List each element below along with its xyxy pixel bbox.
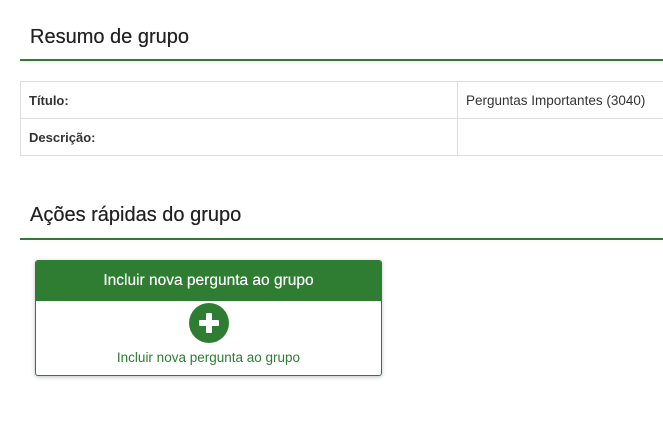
- quick-actions-title: Ações rápidas do grupo: [30, 204, 242, 226]
- add-question-card[interactable]: Incluir nova pergunta ao grupo Incluir n…: [35, 260, 382, 376]
- add-question-card-title: Incluir nova pergunta ao grupo: [36, 261, 381, 301]
- group-summary-title: Resumo de grupo: [30, 26, 189, 48]
- page: Resumo de grupo Título: Perguntas Import…: [0, 0, 663, 432]
- table-row: Descrição:: [20, 118, 663, 156]
- add-question-link[interactable]: Incluir nova pergunta ao grupo: [36, 350, 381, 365]
- quick-actions-header: Ações rápidas do grupo: [20, 204, 663, 240]
- table-row: Título: Perguntas Importantes (3040): [20, 81, 663, 119]
- group-summary-header: Resumo de grupo: [20, 26, 663, 61]
- title-label: Título:: [20, 81, 458, 119]
- description-value: [457, 118, 663, 156]
- group-summary-table: Título: Perguntas Importantes (3040) Des…: [20, 81, 663, 156]
- plus-circle-icon[interactable]: [188, 303, 229, 343]
- description-label: Descrição:: [20, 118, 458, 156]
- title-value: Perguntas Importantes (3040): [457, 81, 663, 119]
